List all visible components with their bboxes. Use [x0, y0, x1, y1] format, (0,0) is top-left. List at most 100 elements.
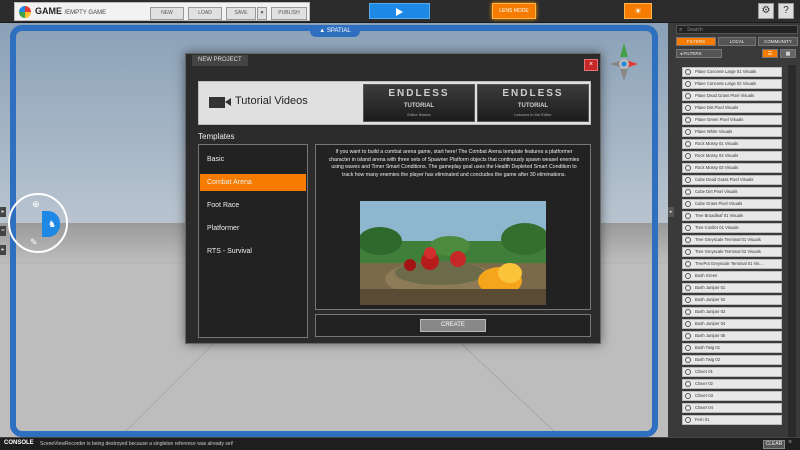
asset-icon	[685, 405, 691, 411]
left-panel-toggle-mid[interactable]: =	[0, 226, 6, 236]
asset-item[interactable]: TreePot Greyscale Terminal 01 Vis...	[682, 259, 782, 269]
asset-item[interactable]: Clover 03	[682, 391, 782, 401]
asset-item[interactable]: Bush Green	[682, 271, 782, 281]
asset-item[interactable]: Clover 01	[682, 367, 782, 377]
asset-icon	[685, 117, 691, 123]
asset-item[interactable]: Fern 01	[682, 415, 782, 425]
asset-label: TreePot Greyscale Terminal 01 Vis...	[695, 261, 763, 266]
template-item-rts-survival[interactable]: RTS - Survival	[200, 243, 306, 260]
asset-icon	[685, 369, 691, 375]
tutorial-thumbnail-lessons[interactable]: ENDLESS TUTORIAL Lessons in the Editor	[477, 84, 589, 122]
asset-icon	[685, 189, 691, 195]
asset-list-scrollbar[interactable]	[788, 65, 796, 437]
asset-item[interactable]: Bush Juniper 02	[682, 295, 782, 305]
lens-mode-button[interactable]: LENS MODE	[492, 3, 536, 19]
asset-item[interactable]: Bush Twig 01	[682, 343, 782, 353]
asset-icon	[685, 237, 691, 243]
asset-icon	[685, 81, 691, 87]
tab-community[interactable]: COMMUNITY	[758, 37, 798, 46]
load-button[interactable]: LOAD	[188, 7, 222, 20]
save-dropdown-button[interactable]: ▼	[257, 7, 267, 20]
asset-label: Clover 01	[695, 369, 713, 374]
thumb-subtitle: TUTORIAL	[517, 103, 549, 109]
search-icon: ⌕	[679, 27, 683, 33]
template-item-platformer[interactable]: Platformer	[200, 220, 306, 237]
asset-icon	[685, 213, 691, 219]
asset-item[interactable]: Tree Greyscale Terminal 01 Visuals	[682, 235, 782, 245]
console-clear-button[interactable]: CLEAR	[763, 440, 785, 449]
left-panel-toggle-bottom[interactable]: ▸	[0, 245, 6, 255]
right-panel-toggle[interactable]: ▸	[668, 207, 674, 217]
create-button[interactable]: CREATE	[420, 319, 486, 332]
settings-button[interactable]: ⚙	[758, 3, 774, 19]
asset-item[interactable]: Cube Grass Pixel Visuals	[682, 199, 782, 209]
console-close-icon[interactable]: ×	[788, 439, 792, 446]
asset-item[interactable]: Clover 04	[682, 403, 782, 413]
list-view-button[interactable]: ☰	[762, 49, 778, 58]
asset-label: Clover 02	[695, 381, 713, 386]
person-icon[interactable]: ♞	[48, 219, 56, 230]
paint-icon[interactable]: ✎	[30, 237, 38, 248]
new-project-dialog: NEW PROJECT × Tutorial Videos ENDLESS TU…	[185, 53, 601, 344]
asset-item[interactable]: Plane Concrete Large 02 Visuals	[682, 79, 782, 89]
template-item-basic[interactable]: Basic	[200, 151, 306, 168]
asset-icon	[685, 345, 691, 351]
left-panel-toggle-top[interactable]: ▸	[0, 207, 6, 217]
tab-filters[interactable]: FILTERS	[676, 37, 716, 46]
asset-label: Bush Juniper 01	[695, 285, 726, 290]
asset-item[interactable]: Plane Concrete Large 01 Visuals	[682, 67, 782, 77]
tutorial-videos-banner[interactable]: Tutorial Videos ENDLESS TUTORIAL Editor …	[198, 81, 591, 125]
template-item-combat-arena[interactable]: Combat Arena	[200, 174, 306, 191]
video-camera-icon	[209, 97, 231, 108]
help-button[interactable]: ?	[778, 3, 794, 19]
asset-item[interactable]: Tree Conifer 01 Visuals	[682, 223, 782, 233]
delete-button[interactable]: ▦	[780, 49, 796, 58]
asset-item[interactable]: Plane Dirt Pixel Visuals	[682, 103, 782, 113]
asset-icon	[685, 153, 691, 159]
asset-item[interactable]: Plane Green Pixel Visuals	[682, 115, 782, 125]
asset-icon	[685, 381, 691, 387]
asset-item[interactable]: Plane White Visuals	[682, 127, 782, 137]
template-list: Basic Combat Arena Foot Race Platformer …	[198, 144, 308, 338]
tab-local[interactable]: LOCAL	[718, 37, 756, 46]
asset-item[interactable]: Bush Juniper 05	[682, 331, 782, 341]
template-description: If you want to build a combat arena game…	[328, 149, 580, 178]
asset-item[interactable]: Plane Dead Grass Pixel Visuals	[682, 91, 782, 101]
asset-label: Plane Dead Grass Pixel Visuals	[695, 93, 755, 98]
asset-search-input[interactable]: ⌕ Search	[676, 25, 798, 34]
asset-icon	[685, 285, 691, 291]
asset-label: Tree Greyscale Terminal 01 Visuals	[695, 237, 761, 242]
asset-item[interactable]: Cube Dirt Pixel Visuals	[682, 187, 782, 197]
asset-item[interactable]: Rock Mossy 01 Visuals	[682, 139, 782, 149]
asset-item[interactable]: Tree Broadleaf 01 Visuals	[682, 211, 782, 221]
dialog-close-button[interactable]: ×	[584, 59, 598, 71]
publish-button[interactable]: PUBLISH	[271, 7, 307, 20]
asset-label: Cube Grass Pixel Visuals	[695, 201, 743, 206]
asset-item[interactable]: Rock Mossy 02 Visuals	[682, 151, 782, 161]
tool-wheel[interactable]: ⊕ ♞ ✎	[2, 185, 70, 273]
asset-item[interactable]: Bush Twig 02	[682, 355, 782, 365]
filters-button[interactable]: ◂ FILTERS	[676, 49, 722, 58]
globe-icon[interactable]: ⊕	[32, 199, 40, 210]
asset-item[interactable]: Bush Juniper 04	[682, 319, 782, 329]
asset-item[interactable]: Bush Juniper 01	[682, 283, 782, 293]
play-icon	[396, 8, 403, 16]
thumb-subtitle: TUTORIAL	[403, 103, 435, 109]
tutorial-thumbnail-editor-basics[interactable]: ENDLESS TUTORIAL Editor Basics	[363, 84, 475, 122]
asset-item[interactable]: Bush Juniper 03	[682, 307, 782, 317]
orientation-gizmo[interactable]	[604, 37, 644, 87]
template-preview-image	[360, 201, 546, 305]
console-bar: CONSOLE SceneViewRecorder is being destr…	[0, 437, 800, 450]
asset-icon	[685, 165, 691, 171]
asset-item[interactable]: Cube Dead Grass Pixel Visuals	[682, 175, 782, 185]
asset-item[interactable]: Clover 02	[682, 379, 782, 389]
new-button[interactable]: NEW	[150, 7, 184, 20]
asset-item[interactable]: Tree Greyscale Terminal 02 Visuals	[682, 247, 782, 257]
asset-item[interactable]: Rock Mossy 03 Visuals	[682, 163, 782, 173]
lighting-button[interactable]: ☀	[624, 3, 652, 19]
thumb-title: ENDLESS	[388, 88, 450, 99]
save-button[interactable]: SAVE	[226, 7, 256, 20]
template-item-foot-race[interactable]: Foot Race	[200, 197, 306, 214]
play-button[interactable]	[369, 3, 430, 19]
asset-label: Bush Green	[695, 273, 718, 278]
